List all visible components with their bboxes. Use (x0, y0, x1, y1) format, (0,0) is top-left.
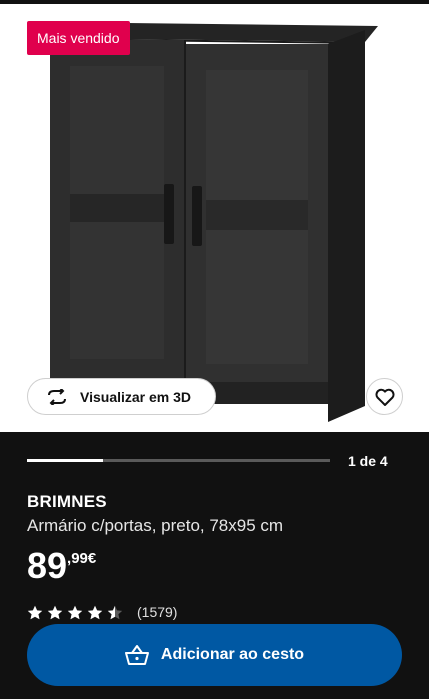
star-icon (47, 605, 63, 619)
product-price: 89 ,99€ (27, 546, 96, 586)
gallery-counter: 1 de 4 (348, 453, 388, 469)
product-rating[interactable]: (1579) (27, 604, 177, 620)
bestseller-badge: Mais vendido (27, 21, 130, 55)
gallery-progress (27, 459, 330, 462)
product-description: Armário c/portas, preto, 78x95 cm (27, 516, 284, 535)
add-to-cart-button[interactable]: Adicionar ao cesto (27, 624, 402, 686)
product-image (50, 22, 378, 422)
price-integer: 89 (27, 545, 68, 586)
view-3d-button[interactable]: Visualizar em 3D (27, 378, 216, 415)
add-to-cart-label: Adicionar ao cesto (160, 646, 305, 663)
product-image-area[interactable]: Mais vendido Visualizar em 3D (0, 4, 429, 432)
price-decimal: ,99€ (67, 550, 97, 567)
star-icon (67, 605, 83, 619)
favorite-button[interactable] (366, 378, 403, 415)
rating-stars (27, 605, 123, 620)
view-3d-label: Visualizar em 3D (80, 388, 192, 405)
basket-icon (124, 645, 149, 665)
star-icon (27, 605, 43, 619)
rotate-3d-icon (48, 388, 66, 405)
gallery-progress-fill (27, 459, 103, 462)
review-count: (1579) (137, 604, 178, 620)
star-icon (87, 605, 103, 619)
star-icon (107, 605, 123, 619)
product-name: BRIMNES (27, 492, 107, 511)
heart-icon (374, 388, 395, 406)
